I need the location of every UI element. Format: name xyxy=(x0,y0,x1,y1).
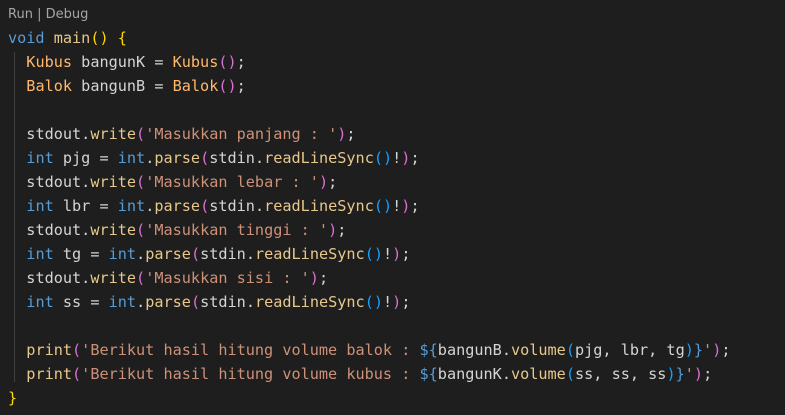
string-literal: 'Masukkan panjang : ' xyxy=(145,125,338,143)
code-line: Kubus bangunK = Kubus(); xyxy=(26,53,246,71)
variable: bangunK xyxy=(81,53,146,71)
code-line: stdout.write('Masukkan lebar : '); xyxy=(26,173,338,191)
code-line: stdout.write('Masukkan tinggi : '); xyxy=(26,221,347,239)
type-name: Kubus xyxy=(26,53,73,71)
variable: bangunB xyxy=(81,77,146,95)
keyword: void xyxy=(8,29,45,47)
codelens: Run | Debug xyxy=(8,7,88,22)
type-name: Balok xyxy=(26,77,73,95)
code-line: stdout.write('Masukkan panjang : '); xyxy=(26,125,356,143)
code-line: void main() { xyxy=(8,29,127,47)
code-line: print('Berikut hasil hitung volume kubus… xyxy=(26,365,713,383)
string-literal: 'Berikut hasil hitung volume kubus : xyxy=(81,365,420,383)
code-line: int pjg = int.parse(stdin.readLineSync()… xyxy=(26,149,420,167)
string-literal: 'Berikut hasil hitung volume balok : xyxy=(81,341,420,359)
codelens-separator: | xyxy=(32,7,46,22)
code-line: print('Berikut hasil hitung volume balok… xyxy=(26,341,731,359)
code-line: } xyxy=(8,389,18,407)
code-line: int tg = int.parse(stdin.readLineSync()!… xyxy=(26,245,411,263)
debug-codelens[interactable]: Debug xyxy=(46,7,89,22)
string-literal: 'Masukkan tinggi : ' xyxy=(145,221,329,239)
code-line: int ss = int.parse(stdin.readLineSync()!… xyxy=(26,293,411,311)
code-line: int lbr = int.parse(stdin.readLineSync()… xyxy=(26,197,420,215)
function-name: main xyxy=(53,29,91,47)
constructor: Balok xyxy=(172,77,219,95)
code-line: stdout.write('Masukkan sisi : '); xyxy=(26,269,329,287)
run-codelens[interactable]: Run xyxy=(8,7,33,22)
string-literal: 'Masukkan sisi : ' xyxy=(145,269,310,287)
code-line: Balok bangunB = Balok(); xyxy=(26,77,246,95)
code-editor[interactable]: Run | Debug void main() { Kubus bangunK … xyxy=(0,0,785,415)
constructor: Kubus xyxy=(172,53,219,71)
string-literal: 'Masukkan lebar : ' xyxy=(145,173,319,191)
